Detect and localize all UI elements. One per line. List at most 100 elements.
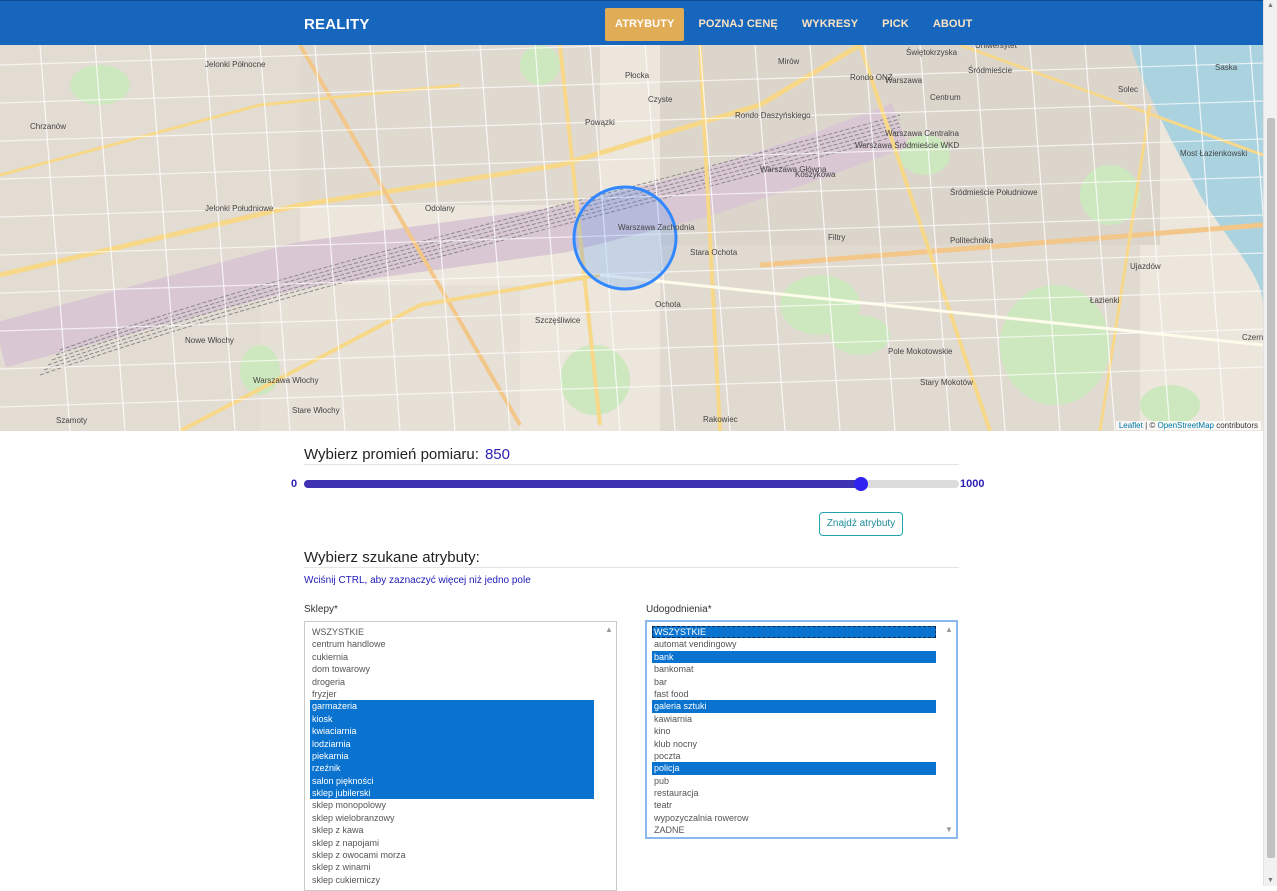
map-label: Śródmieście xyxy=(968,66,1013,75)
map-label: Śródmieście Południowe xyxy=(950,188,1038,197)
list-option[interactable]: bank xyxy=(652,650,936,664)
list-option[interactable]: lodziarnia xyxy=(310,737,594,750)
list-option[interactable]: galeria sztuki xyxy=(652,700,936,713)
map-attribution: Leaflet | © OpenStreetMap contributors xyxy=(1115,421,1261,430)
amenities-label: Udogodnienia* xyxy=(646,604,712,615)
amenities-scrollbar[interactable]: ▲ ▼ xyxy=(943,622,956,837)
map-tiles[interactable]: Jelonki Północne Chrzanów Jelonki Południo… xyxy=(0,45,1263,431)
map-label: Świętokrzyska xyxy=(906,48,958,57)
scroll-up-icon[interactable]: ▲ xyxy=(1267,2,1274,9)
leaflet-link[interactable]: Leaflet xyxy=(1119,421,1143,430)
map-label: Jelonki Północne xyxy=(205,60,266,69)
scrollbar-thumb[interactable] xyxy=(1267,118,1275,858)
map-label: Jelonki Południowe xyxy=(205,204,274,213)
list-option[interactable]: teatr xyxy=(652,799,936,811)
list-option[interactable]: kino xyxy=(652,725,936,737)
list-option[interactable]: sklep monopolowy xyxy=(310,799,594,811)
slider-fill xyxy=(304,480,861,488)
slider-min-label: 0 xyxy=(291,478,298,490)
list-option[interactable]: kawiarnia xyxy=(652,713,936,725)
list-option[interactable]: ZADNE xyxy=(652,824,936,836)
list-option[interactable]: bankomat xyxy=(652,663,936,675)
brand-logo[interactable]: REALITY xyxy=(304,16,370,33)
list-option[interactable]: WSZYSTKIE xyxy=(652,626,936,639)
list-option[interactable]: bar xyxy=(652,676,936,688)
amenities-select[interactable]: WSZYSTKIE automat vendingowy bank bankomat b… xyxy=(645,620,958,839)
nav-menu: ATRYBUTY POZNAJ CENĘ WYKRESY PICK ABOUT xyxy=(605,8,986,41)
list-option[interactable]: garmażeria xyxy=(310,700,594,713)
scroll-up-icon[interactable]: ▲ xyxy=(605,625,613,634)
map-label: Warszawa Zachodnia xyxy=(618,223,695,232)
park-area xyxy=(520,45,560,85)
map-label: Warszawa Włochy xyxy=(253,376,319,385)
map-label: Stare Włochy xyxy=(292,406,340,415)
shops-options: WSZYSTKIE centrum handlowe cukiernia dom to… xyxy=(305,622,616,886)
map-label: Saska xyxy=(1215,63,1238,72)
list-option[interactable]: policja xyxy=(652,762,936,775)
map-view[interactable]: Jelonki Północne Chrzanów Jelonki Południo… xyxy=(0,45,1263,431)
list-option[interactable]: sklep z napojami xyxy=(310,837,594,849)
map-label: Filtry xyxy=(828,233,845,242)
list-option[interactable]: piekarnia xyxy=(310,749,594,763)
list-option[interactable]: sklep z kawa xyxy=(310,824,594,836)
list-option[interactable]: kiosk xyxy=(310,712,594,726)
nav-item-pick[interactable]: PICK xyxy=(872,8,919,41)
top-navbar: REALITY ATRYBUTY POZNAJ CENĘ WYKRESY PICK AB… xyxy=(0,0,1263,45)
map-label: Politechnika xyxy=(950,236,994,245)
list-option[interactable]: klub nocny xyxy=(652,738,936,750)
map-label: Powązki xyxy=(585,118,615,127)
list-option[interactable]: salon piękności xyxy=(310,774,594,788)
map-label: Płocka xyxy=(625,71,650,80)
map-label: Nowe Włochy xyxy=(185,336,234,345)
page-scrollbar[interactable]: ▲ ▼ xyxy=(1263,0,1277,886)
find-attributes-button[interactable]: Znajdź atrybuty xyxy=(819,512,903,536)
divider xyxy=(304,464,959,465)
map-label: Centrum xyxy=(930,93,961,102)
list-option[interactable]: drogeria xyxy=(310,676,594,688)
map-label: Mirów xyxy=(778,57,800,66)
nav-item-wykresy[interactable]: WYKRESY xyxy=(792,8,868,41)
list-option[interactable]: sklep jubilerski xyxy=(310,787,594,800)
radius-circle xyxy=(572,185,678,291)
shops-select[interactable]: WSZYSTKIE centrum handlowe cukiernia dom to… xyxy=(304,621,617,891)
map-label: Rondo ONZ xyxy=(850,73,893,82)
map-label: Warszawa Centralna xyxy=(885,129,960,138)
list-option[interactable]: kwiaciarnia xyxy=(310,725,594,738)
nav-item-poznaj-cenę[interactable]: POZNAJ CENĘ xyxy=(688,8,787,41)
list-option[interactable]: fryzjer xyxy=(310,688,594,700)
list-option[interactable]: sklep wielobranzowy xyxy=(310,812,594,824)
list-option[interactable]: fast food xyxy=(652,688,936,700)
map-label: Uniwersytet xyxy=(975,45,1018,50)
radius-title: Wybierz promień pomiaru: 850 xyxy=(304,446,510,463)
list-option[interactable]: poczta xyxy=(652,750,936,762)
list-option[interactable]: pub xyxy=(652,775,936,787)
list-option[interactable]: automat vendingowy xyxy=(652,638,936,650)
radius-value: 850 xyxy=(484,446,510,463)
radius-slider[interactable] xyxy=(304,477,959,491)
nav-item-about[interactable]: ABOUT xyxy=(923,8,983,41)
osm-link[interactable]: OpenStreetMap xyxy=(1157,421,1213,430)
map-label: Warszawa Główna xyxy=(760,165,827,174)
nav-item-atrybuty[interactable]: ATRYBUTY xyxy=(605,8,685,41)
list-option[interactable]: cukiernia xyxy=(310,651,594,663)
scroll-down-icon[interactable]: ▼ xyxy=(945,825,953,834)
scroll-up-icon[interactable]: ▲ xyxy=(945,625,953,634)
list-option[interactable]: restauracja xyxy=(652,787,936,799)
map-label: Pole Mokotowskie xyxy=(888,347,953,356)
list-option[interactable]: wypozyczalnia rowerow xyxy=(652,812,936,824)
list-option[interactable]: sklep z winami xyxy=(310,861,594,873)
list-option[interactable]: rzeźnik xyxy=(310,762,594,775)
list-option[interactable]: dom towarowy xyxy=(310,663,594,675)
map-label: Solec xyxy=(1118,85,1138,94)
map-label: Szamoty xyxy=(56,416,87,425)
map-label: Ujazdów xyxy=(1130,262,1161,271)
list-option[interactable]: centrum handlowe xyxy=(310,638,594,650)
list-option[interactable]: sklep z owocami morza xyxy=(310,849,594,861)
scroll-down-icon[interactable]: ▼ xyxy=(1267,877,1274,884)
list-option[interactable]: sklep cukierniczy xyxy=(310,874,594,886)
shops-scrollbar[interactable]: ▲ xyxy=(603,622,616,890)
list-option[interactable]: WSZYSTKIE xyxy=(310,626,594,638)
attributes-title: Wybierz szukane atrybuty: xyxy=(304,549,480,566)
map-label: Stara Ochota xyxy=(690,248,738,257)
slider-handle[interactable] xyxy=(853,477,868,491)
